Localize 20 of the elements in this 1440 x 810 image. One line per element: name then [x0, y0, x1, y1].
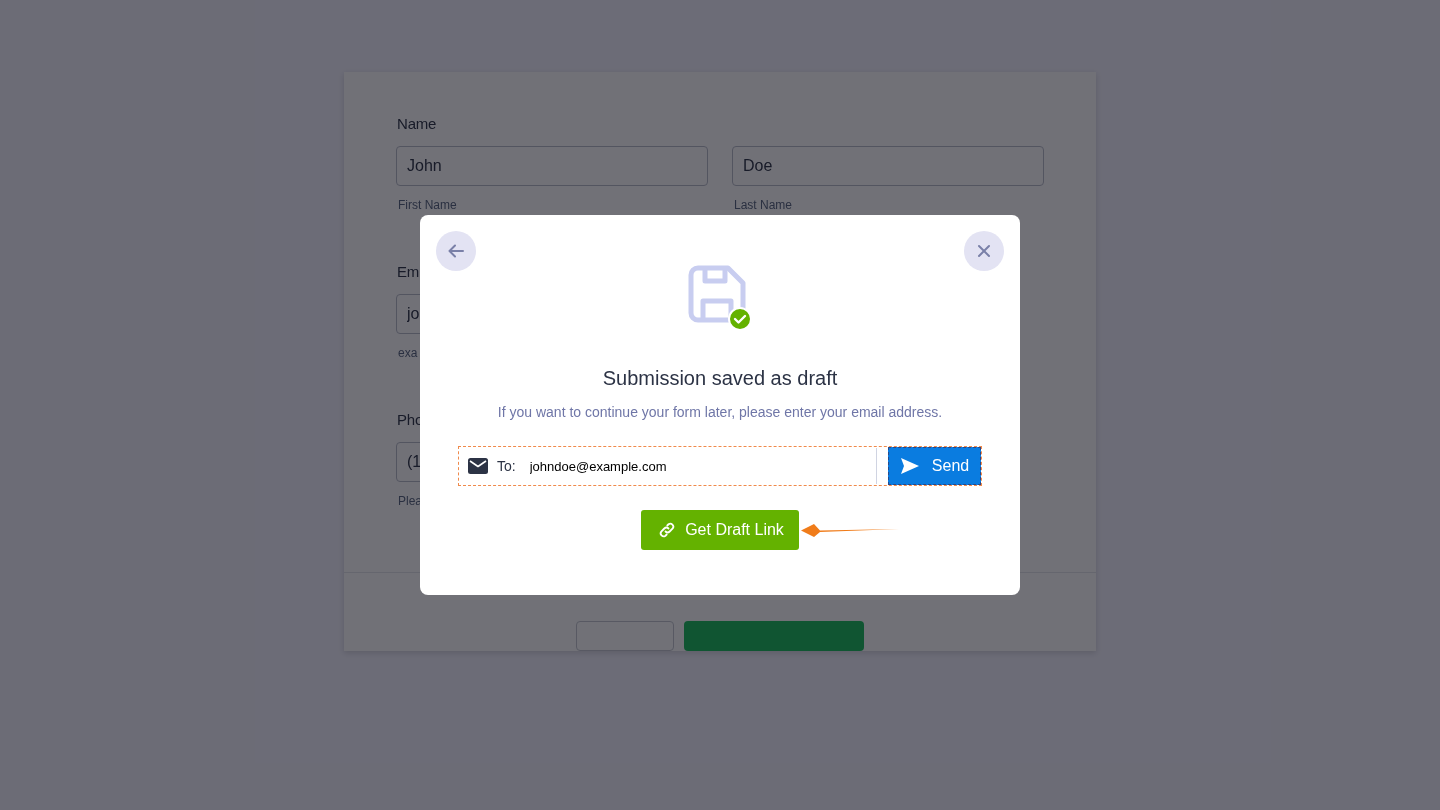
envelope-icon	[468, 458, 488, 474]
email-send-field[interactable]: To: johndoe@example.com Send	[458, 446, 982, 486]
saved-disk-icon	[688, 265, 752, 331]
field-sublabel: First Name	[398, 198, 457, 212]
field-sublabel: Last Name	[734, 198, 793, 212]
to-label: To:	[497, 458, 516, 474]
field-label: Name	[397, 115, 437, 132]
dialog-title: Submission saved as draft	[602, 367, 838, 390]
close-button[interactable]	[964, 231, 1004, 271]
field-label: Em	[397, 263, 420, 280]
send-icon	[899, 457, 920, 475]
close-icon	[976, 243, 992, 259]
get-draft-link-button[interactable]: Get Draft Link	[641, 510, 799, 550]
field-sublabel: exa	[398, 346, 418, 360]
back-button[interactable]	[436, 231, 476, 271]
dialog-message: If you want to continue your form later, please enter your email address.	[497, 404, 943, 420]
last-name-input[interactable]: Doe	[732, 146, 1044, 186]
send-button[interactable]: Send	[888, 447, 981, 485]
first-name-input[interactable]: John	[396, 146, 708, 186]
link-icon	[658, 521, 677, 539]
